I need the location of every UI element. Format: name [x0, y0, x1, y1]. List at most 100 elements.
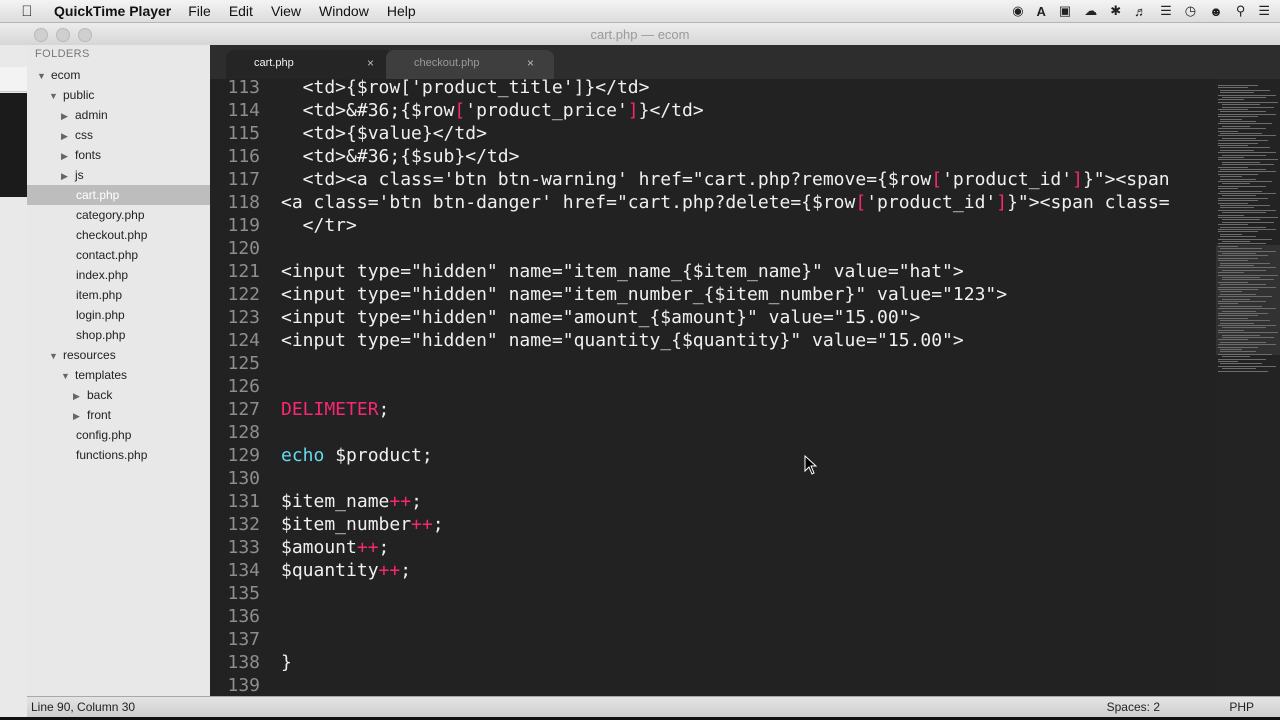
- sidebar-folder-js[interactable]: ▶ js: [61, 165, 84, 185]
- sidebar-file-cart-php[interactable]: cart.php: [27, 185, 210, 205]
- code-line[interactable]: echo $product;: [281, 444, 433, 467]
- minimap-line: [1218, 365, 1276, 367]
- line-number: 114: [227, 100, 260, 121]
- menu-help[interactable]: Help: [387, 3, 416, 19]
- minimap-line: [1222, 195, 1256, 197]
- menu-view[interactable]: View: [271, 3, 301, 19]
- sidebar-folder-fonts[interactable]: ▶ fonts: [61, 145, 101, 165]
- user-icon[interactable]: ☻: [1209, 4, 1223, 19]
- close-icon[interactable]: ×: [527, 56, 534, 70]
- syntax-mode[interactable]: PHP: [1229, 700, 1254, 714]
- code-line[interactable]: <td>&#36;{$row['product_price']}</td>: [281, 99, 704, 122]
- disclosure-open-icon[interactable]: ▼: [61, 366, 73, 386]
- notification-center-icon[interactable]: ☰: [1258, 3, 1270, 19]
- time-machine-icon[interactable]: ◷: [1185, 3, 1196, 19]
- minimap-line: [1220, 111, 1266, 113]
- status-icons: ◉ A ▣ ☁ ✱ ♬ ☰ ◷ ☻ ⚲ ☰: [1012, 0, 1270, 22]
- code-line[interactable]: DELIMETER;: [281, 398, 389, 421]
- apple-icon[interactable]: : [16, 3, 38, 20]
- code-line[interactable]: <td><a class='btn btn-warning' href="car…: [281, 168, 1170, 191]
- code-line[interactable]: $amount++;: [281, 536, 389, 559]
- sidebar-item-label: contact.php: [76, 248, 139, 262]
- code-line[interactable]: <input type="hidden" name="amount_{$amou…: [281, 306, 920, 329]
- line-number: 123: [227, 307, 260, 328]
- code-line[interactable]: <input type="hidden" name="item_name_{$i…: [281, 260, 964, 283]
- sidebar-file-functions-php[interactable]: functions.php: [76, 445, 147, 465]
- sidebar-file-index-php[interactable]: index.php: [76, 265, 128, 285]
- code-line[interactable]: <a class='btn btn-danger' href="cart.php…: [281, 191, 1170, 214]
- cursor-position: Line 90, Column 30: [31, 700, 136, 714]
- sidebar-folder-css[interactable]: ▶ css: [61, 125, 93, 145]
- tab-cart-php[interactable]: cart.php ×: [226, 50, 394, 79]
- code-line[interactable]: </tr>: [281, 214, 357, 237]
- sidebar-item-label: category.php: [76, 208, 145, 222]
- bluetooth-icon[interactable]: ✱: [1110, 3, 1121, 19]
- sidebar-folder-public[interactable]: ▼ public: [49, 85, 94, 105]
- disclosure-closed-icon[interactable]: ▶: [73, 386, 85, 406]
- minimap-line: [1218, 267, 1276, 269]
- sync-icon[interactable]: ▣: [1059, 3, 1071, 19]
- code-line[interactable]: <td>&#36;{$sub}</td>: [281, 145, 520, 168]
- code-line[interactable]: $item_number++;: [281, 513, 444, 536]
- sidebar-file-login-php[interactable]: login.php: [76, 305, 125, 325]
- line-number: 139: [227, 675, 260, 696]
- line-number: 116: [227, 146, 260, 167]
- minimap[interactable]: [1216, 79, 1280, 696]
- wifi-icon[interactable]: ☰: [1160, 3, 1172, 19]
- minimap-line: [1220, 205, 1270, 206]
- code-line[interactable]: <td>{$value}</td>: [281, 122, 487, 145]
- sidebar-folder-admin[interactable]: ▶ admin: [61, 105, 108, 125]
- menu-file[interactable]: File: [188, 3, 211, 19]
- code-line[interactable]: $item_name++;: [281, 490, 422, 513]
- disclosure-closed-icon[interactable]: ▶: [61, 126, 73, 146]
- sidebar-item-label: resources: [63, 348, 116, 362]
- code-line[interactable]: $quantity++;: [281, 559, 411, 582]
- menu-edit[interactable]: Edit: [229, 3, 253, 19]
- sidebar-folder-ecom[interactable]: ▼ ecom: [37, 65, 80, 85]
- tab-checkout-php[interactable]: checkout.php ×: [386, 50, 554, 79]
- sidebar-file-category-php[interactable]: category.php: [76, 205, 145, 225]
- indentation-setting[interactable]: Spaces: 2: [1107, 700, 1160, 714]
- disclosure-closed-icon[interactable]: ▶: [73, 406, 85, 426]
- minimap-line: [1218, 257, 1258, 259]
- code-line[interactable]: }: [281, 651, 292, 674]
- sidebar-item-label: admin: [75, 108, 108, 122]
- disclosure-open-icon[interactable]: ▼: [49, 346, 61, 366]
- sidebar-file-contact-php[interactable]: contact.php: [76, 245, 138, 265]
- menu-window[interactable]: Window: [319, 3, 369, 19]
- adobe-icon[interactable]: A: [1037, 4, 1046, 19]
- minimap-line: [1218, 157, 1244, 158]
- sidebar-file-checkout-php[interactable]: checkout.php: [76, 225, 147, 245]
- close-icon[interactable]: ×: [367, 56, 374, 70]
- app-menu[interactable]: QuickTime Player: [54, 3, 171, 19]
- sidebar-file-config-php[interactable]: config.php: [76, 425, 131, 445]
- sidebar-folder-resources[interactable]: ▼ resources: [49, 345, 116, 365]
- code-token: ;: [378, 399, 390, 420]
- disclosure-closed-icon[interactable]: ▶: [61, 166, 73, 186]
- sidebar-folder-front[interactable]: ▶ front: [73, 405, 111, 425]
- volume-icon[interactable]: ♬: [1134, 4, 1147, 19]
- code-line[interactable]: <input type="hidden" name="quantity_{$qu…: [281, 329, 964, 352]
- minimap-line: [1220, 118, 1242, 120]
- minimap-line: [1218, 325, 1276, 326]
- record-icon[interactable]: ◉: [1012, 3, 1023, 19]
- disclosure-closed-icon[interactable]: ▶: [61, 146, 73, 166]
- sidebar-folder-templates[interactable]: ▼ templates: [61, 365, 127, 385]
- code-editor[interactable]: 113 114 115 116 117 118 119 120 121 122 123 124 125 1…: [210, 79, 1216, 696]
- sidebar-folder-back[interactable]: ▶ back: [73, 385, 112, 405]
- cloud-icon[interactable]: ☁: [1084, 3, 1097, 19]
- sidebar-file-item-php[interactable]: item.php: [76, 285, 122, 305]
- spotlight-icon[interactable]: ⚲: [1236, 3, 1246, 19]
- sidebar-item-label: css: [75, 128, 93, 142]
- line-number: 124: [227, 330, 260, 351]
- minimap-line: [1218, 308, 1276, 310]
- code-line[interactable]: <input type="hidden" name="item_number_{…: [281, 283, 1007, 306]
- disclosure-closed-icon[interactable]: ▶: [61, 106, 73, 126]
- disclosure-open-icon[interactable]: ▼: [49, 86, 61, 106]
- disclosure-open-icon[interactable]: ▼: [37, 66, 49, 86]
- minimap-line: [1220, 248, 1262, 250]
- sidebar-file-shop-php[interactable]: shop.php: [76, 325, 125, 345]
- code-token: <input type="hidden" name="amount_{$amou…: [281, 307, 921, 328]
- minimap-line: [1222, 241, 1250, 242]
- code-line[interactable]: <td>{$row['product_title']}</td>: [281, 79, 650, 99]
